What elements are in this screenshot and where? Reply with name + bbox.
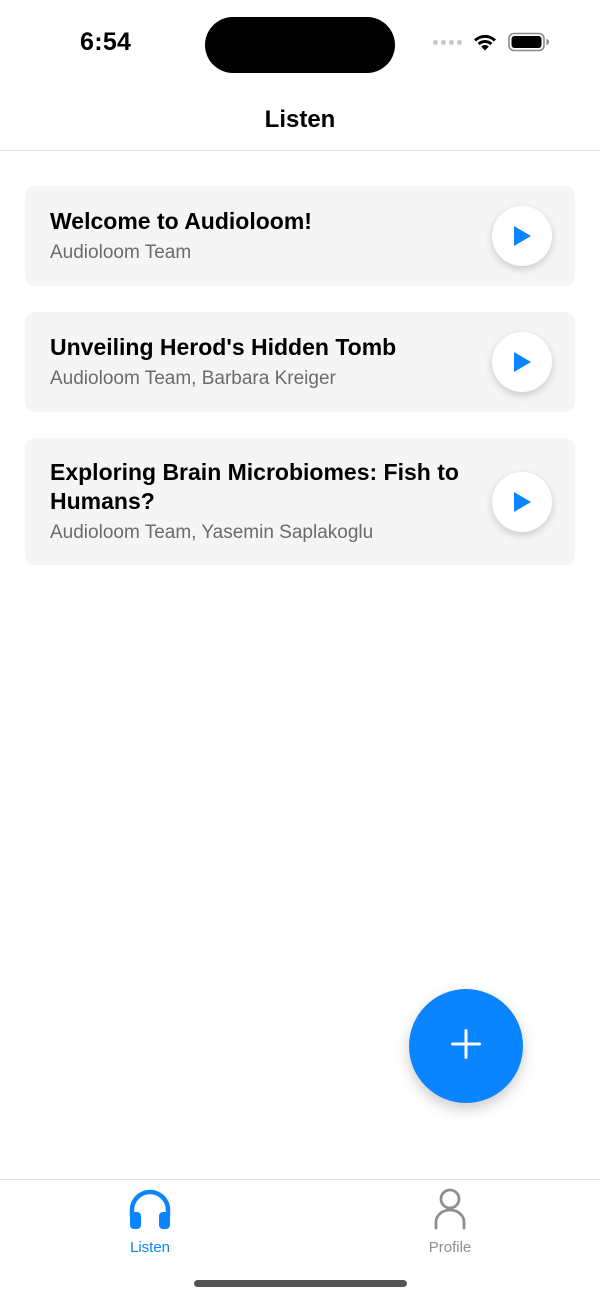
status-bar: 6:54 xyxy=(0,0,600,90)
episode-text: Unveiling Herod's Hidden Tomb Audioloom … xyxy=(50,333,492,391)
home-indicator xyxy=(194,1280,407,1287)
add-button[interactable] xyxy=(409,989,523,1103)
episode-title: Exploring Brain Microbiomes: Fish to Hum… xyxy=(50,459,459,514)
episode-text: Welcome to Audioloom! Audioloom Team xyxy=(50,207,492,265)
battery-icon xyxy=(508,32,550,52)
tab-listen[interactable]: Listen xyxy=(90,1188,210,1256)
play-icon xyxy=(512,225,532,247)
play-button[interactable] xyxy=(492,332,552,392)
tab-label: Profile xyxy=(428,1239,472,1256)
plus-icon xyxy=(449,1027,483,1066)
play-button[interactable] xyxy=(492,471,552,532)
play-icon xyxy=(512,491,532,513)
cellular-signal-icon xyxy=(433,39,462,45)
episode-title: Unveiling Herod's Hidden Tomb xyxy=(50,334,397,360)
nav-header: Listen xyxy=(0,90,600,151)
episode-list: Welcome to Audioloom! Audioloom Team Unv… xyxy=(25,186,575,591)
person-icon xyxy=(433,1188,467,1235)
episode-text: Exploring Brain Microbiomes: Fish to Hum… xyxy=(50,458,492,545)
status-icons xyxy=(433,32,550,52)
episode-authors: Audioloom Team xyxy=(50,242,192,263)
episode-title: Welcome to Audioloom! xyxy=(50,208,312,234)
episode-authors: Audioloom Team, Yasemin Saplakoglu xyxy=(50,522,374,543)
dynamic-island xyxy=(205,17,395,73)
headphones-icon xyxy=(127,1188,173,1235)
status-time: 6:54 xyxy=(80,28,132,56)
episode-authors: Audioloom Team, Barbara Kreiger xyxy=(50,368,336,389)
page-title: Listen xyxy=(264,106,336,133)
episode-card[interactable]: Unveiling Herod's Hidden Tomb Audioloom … xyxy=(25,312,575,412)
tab-label: Listen xyxy=(129,1239,171,1256)
play-icon xyxy=(512,351,532,373)
episode-card[interactable]: Exploring Brain Microbiomes: Fish to Hum… xyxy=(25,438,575,565)
play-button[interactable] xyxy=(492,206,552,266)
episode-card[interactable]: Welcome to Audioloom! Audioloom Team xyxy=(25,186,575,286)
tab-profile[interactable]: Profile xyxy=(390,1188,510,1256)
wifi-icon xyxy=(472,32,498,52)
